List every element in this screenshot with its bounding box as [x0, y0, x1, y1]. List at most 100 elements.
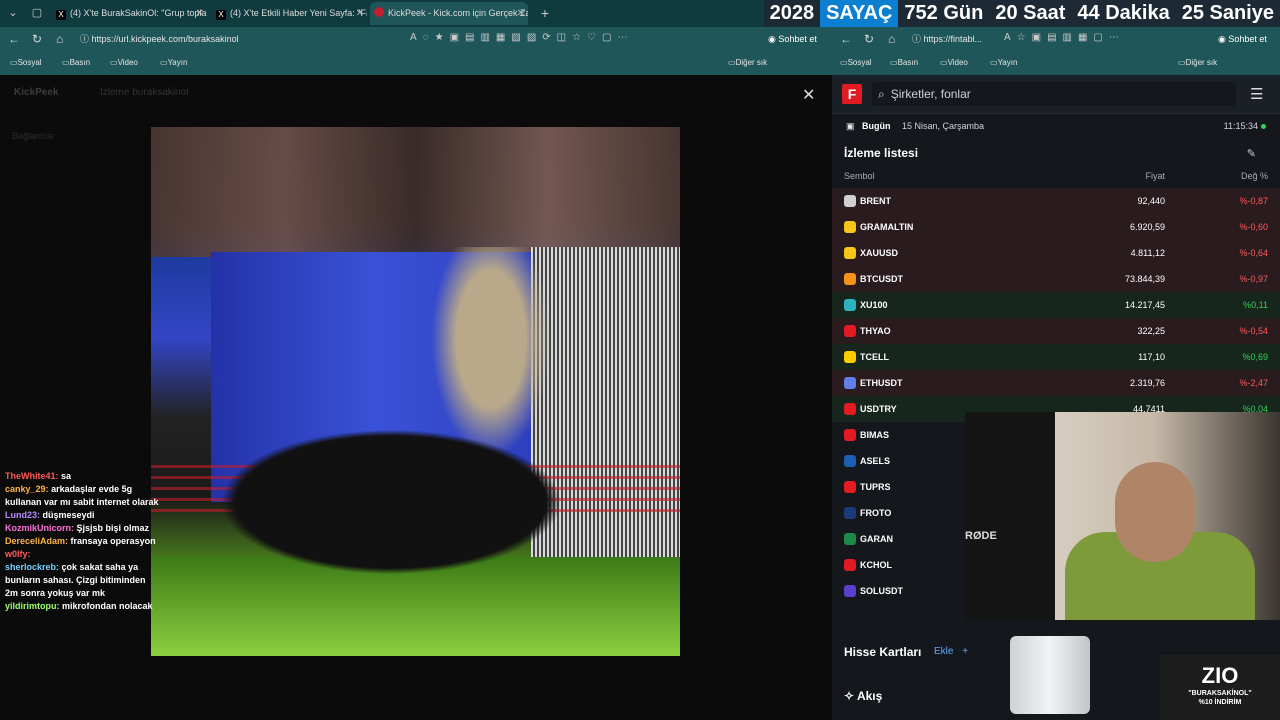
watchlist-title: İzleme listesi — [844, 146, 919, 160]
hamburger-menu-icon[interactable]: ☰ — [1250, 85, 1263, 103]
copilot-chat-button[interactable]: ◉ Sohbet et — [768, 30, 817, 48]
asset-icon — [844, 325, 856, 337]
watchlist-row-xauusd[interactable]: XAUUSD 4.811,12 %-0,64 — [832, 240, 1280, 266]
connections-label: Bağlantılar — [12, 131, 56, 141]
watchlist-row-ethusdt[interactable]: ETHUSDT 2.319,76 %-2,47 — [832, 370, 1280, 396]
reload-icon[interactable]: ↻ — [32, 32, 42, 46]
workspaces-icon[interactable]: ▢ — [28, 5, 46, 21]
bookmark-yayin[interactable]: ▭ Yayın — [990, 51, 1017, 75]
lightbox-image — [151, 127, 680, 656]
tab-x-buraksakinol[interactable]: X (4) X'te BurakSakinOl: "Grup topla ✕ — [52, 2, 207, 25]
watchlist-row-btcusdt[interactable]: BTCUSDT 73.844,39 %-0,97 — [832, 266, 1280, 292]
bookmark-yayin[interactable]: ▭ Yayın — [160, 51, 187, 75]
other-bookmarks[interactable]: ▭ Diğer sık kullanılanlar — [728, 51, 778, 91]
close-tab-icon[interactable]: ✕ — [517, 2, 525, 25]
watchlist-row-gramaltin[interactable]: GRAMALTIN 6.920,59 %-0,60 — [832, 214, 1280, 240]
home-icon[interactable]: ⌂ — [888, 32, 895, 46]
plus-icon: + — [962, 646, 969, 657]
chat-message: w0lfy: — [5, 549, 31, 559]
watchlist-row-brent[interactable]: BRENT 92,440 %-0,87 — [832, 188, 1280, 214]
sponsor-badge: ZIO "BURAKSAKİNOL" %10 İNDİRİM — [1160, 655, 1280, 720]
add-stock-card-button[interactable]: Ekle + — [934, 646, 968, 657]
counter-year: 2028 — [763, 0, 821, 27]
stock-cards-title: Hisse Kartları — [844, 645, 922, 659]
bookmark-basin[interactable]: ▭ Basın — [62, 51, 90, 75]
bookmark-basin[interactable]: ▭ Basın — [890, 51, 918, 75]
back-icon[interactable]: ← — [840, 32, 852, 46]
asset-icon — [844, 377, 856, 389]
watchlist-row-xu100[interactable]: XU100 14.217,45 %0,11 — [832, 292, 1280, 318]
new-tab-icon[interactable]: + — [536, 5, 554, 21]
url-field[interactable]: ⓘ https://fintabl... — [912, 30, 1002, 48]
calendar-icon: ▣ — [846, 121, 855, 131]
kickpeek-logo: KickPeek — [14, 87, 59, 98]
toolbar-icons[interactable]: A☆▣▤▥▦▢⋯ — [1004, 32, 1125, 43]
chat-message: KozmikUnicorn: Şjsjsb bişi olmaz — [5, 523, 150, 533]
fintables-header: F ⌕ Şirketler, fonlar ☰ — [832, 75, 1280, 114]
bookmark-sosyal[interactable]: ▭ Sosyal — [10, 51, 42, 75]
kickpeek-favicon-icon — [374, 7, 384, 17]
feed-icon: ✧ — [844, 689, 855, 703]
right-bookmarks-bar: ▭ Sosyal ▭ Basın ▭ Video ▭ Yayın ▭ Diğer… — [832, 51, 1280, 91]
bookmark-sosyal[interactable]: ▭ Sosyal — [840, 51, 872, 75]
bookmark-video[interactable]: ▭ Video — [110, 51, 138, 75]
bookmark-video[interactable]: ▭ Video — [940, 51, 968, 75]
asset-icon — [844, 559, 856, 571]
chat-message: canky_29: arkadaşlar evde 5g kullanan va… — [5, 484, 159, 507]
counter-minutes: 44 Dakika — [1071, 0, 1176, 27]
stream-chat-overlay: TheWhite41: sa canky_29: arkadaşlar evde… — [0, 470, 160, 613]
home-icon[interactable]: ⌂ — [56, 32, 63, 46]
asset-icon — [844, 195, 856, 207]
watching-label: İzleme buraksakinol — [100, 87, 189, 98]
edit-pencil-icon[interactable]: ✎ — [1247, 147, 1256, 160]
asset-icon — [844, 507, 856, 519]
chat-message: Lund23: düşmeseydi — [5, 510, 95, 520]
right-address-bar: ← ↻ ⌂ ⓘ https://fintabl... A☆▣▤▥▦▢⋯ ◉ So… — [832, 27, 1280, 51]
cup-overlay — [1010, 636, 1090, 714]
watchlist-columns: Sembol Fiyat Değ % — [844, 171, 1268, 181]
x-logo-icon: X — [56, 10, 66, 20]
counter-seconds: 25 Saniye — [1175, 0, 1280, 27]
back-icon[interactable]: ← — [8, 32, 20, 46]
asset-icon — [844, 481, 856, 493]
tab-list-icon[interactable]: ⌄ — [4, 5, 22, 21]
browser-tab-bar: ⌄ ▢ X (4) X'te BurakSakinOl: "Grup topla ✕… — [0, 0, 1280, 27]
asset-icon — [844, 455, 856, 467]
counter-label: SAYAÇ — [820, 0, 899, 27]
live-status-dot — [1261, 124, 1266, 129]
asset-icon — [844, 403, 856, 415]
reload-icon[interactable]: ↻ — [864, 32, 874, 46]
left-address-bar: ← ↻ ⌂ ⓘ https://url.kickpeek.com/buraksa… — [0, 27, 832, 51]
close-tab-icon[interactable]: ✕ — [356, 2, 364, 25]
left-bookmarks-bar: ▭ Sosyal ▭ Basın ▭ Video ▭ Yayın ▭ Diğer… — [0, 51, 832, 91]
tab-x-etkili-haber[interactable]: X (4) X'te Etkili Haber Yeni Sayfa: "Fa ✕ — [212, 2, 367, 25]
feed-title[interactable]: ✧ Akış — [844, 689, 882, 703]
close-tab-icon[interactable]: ✕ — [196, 2, 204, 25]
asset-icon — [844, 585, 856, 597]
asset-icon — [844, 533, 856, 545]
asset-icon — [844, 221, 856, 233]
watchlist-row-tcell[interactable]: TCELL 117,10 %0,69 — [832, 344, 1280, 370]
counter-hours: 20 Saat — [989, 0, 1072, 27]
copilot-chat-button[interactable]: ◉ Sohbet et — [1218, 30, 1267, 48]
search-icon: ⌕ — [878, 87, 885, 101]
chat-message: DereceliAdam: fransaya operasyon — [5, 536, 156, 546]
connections-sidebar: Bağlantılar — [12, 125, 152, 155]
chat-message: sherlockreb: çok sakat saha ya bunların … — [5, 562, 146, 598]
watchlist-row-thyao[interactable]: THYAO 322,25 %-0,54 — [832, 318, 1280, 344]
other-bookmarks[interactable]: ▭ Diğer sık kullanılanlar — [1178, 51, 1228, 91]
microphone-brand: RØDE — [965, 530, 997, 542]
asset-icon — [844, 299, 856, 311]
asset-icon — [844, 247, 856, 259]
asset-icon — [844, 351, 856, 363]
webcam-overlay: RØDE — [965, 412, 1280, 620]
tab-kickpeek[interactable]: KickPeek - Kick.com için Gerçek Za ✕ — [370, 2, 528, 25]
close-lightbox-icon[interactable]: ✕ — [802, 85, 815, 105]
counter-days: 752 Gün — [898, 0, 990, 27]
search-input[interactable]: ⌕ Şirketler, fonlar — [872, 82, 1236, 106]
toolbar-icons[interactable]: A◌★▣▤▥▦▧▨⟳◫☆♡▢⋯ — [410, 32, 633, 43]
fintables-logo[interactable]: F — [842, 84, 862, 104]
asset-icon — [844, 273, 856, 285]
fintables-page: F ⌕ Şirketler, fonlar ☰ ▣ Bugün 15 Nisan,… — [832, 75, 1280, 720]
chat-message: yildirimtopu: mikrofondan nolacak — [5, 601, 153, 611]
